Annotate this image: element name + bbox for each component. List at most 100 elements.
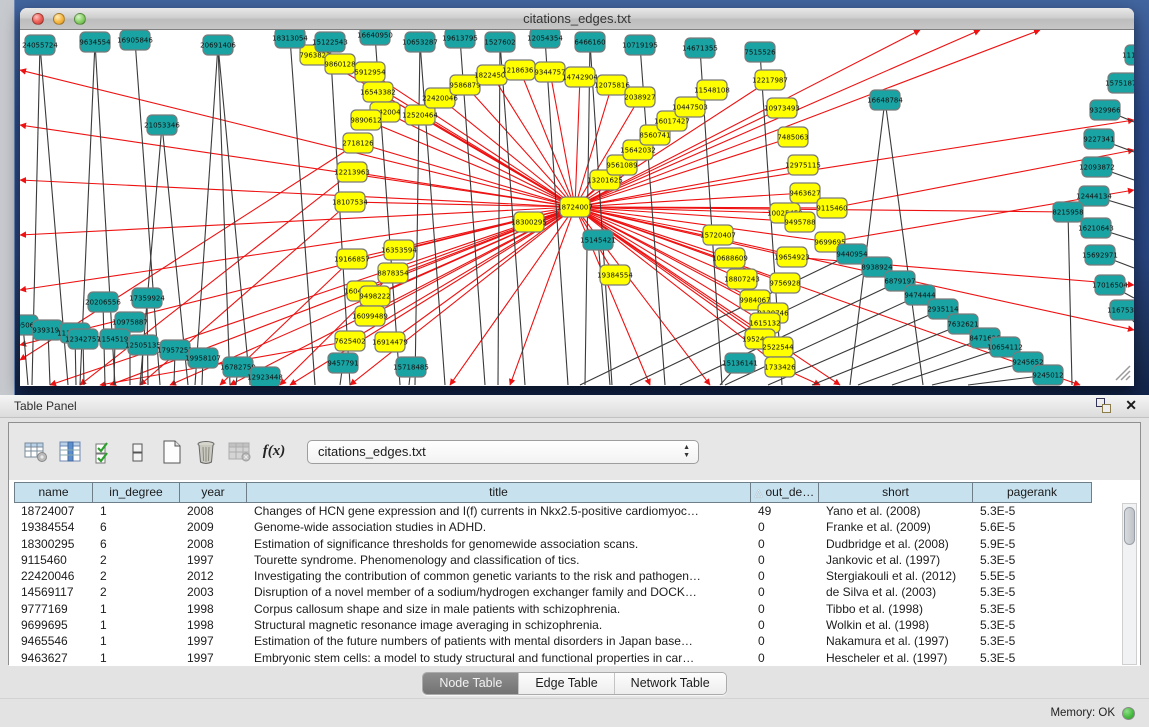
table-cell[interactable]: 0: [751, 601, 819, 617]
float-panel-icon[interactable]: [1096, 398, 1111, 413]
table-cell[interactable]: 2: [93, 584, 180, 600]
table-cell[interactable]: 2: [93, 552, 180, 568]
table-cell[interactable]: de Silva et al. (2003): [819, 584, 973, 600]
graph-node[interactable]: 11548108: [694, 80, 730, 100]
table-row[interactable]: 977716911998Corpus callosum shape and si…: [14, 601, 1092, 617]
table-cell[interactable]: 9115460: [14, 552, 93, 568]
table-cell[interactable]: 2009: [180, 519, 247, 535]
table-cell[interactable]: 1: [93, 650, 180, 666]
graph-node[interactable]: 9329966: [1089, 100, 1121, 120]
table-cell[interactable]: 14569117: [14, 584, 93, 600]
graph-edge[interactable]: [498, 42, 500, 385]
table-cell[interactable]: 5.5E-5: [973, 568, 1092, 584]
table-cell[interactable]: Yano et al. (2008): [819, 503, 973, 519]
table-cell[interactable]: Disruption of a novel member of a sodium…: [247, 584, 751, 600]
graph-edge[interactable]: [858, 338, 985, 385]
graph-node[interactable]: 18313054: [272, 30, 308, 48]
resize-grip-icon[interactable]: [1116, 366, 1130, 380]
graph-edge[interactable]: [420, 115, 575, 207]
graph-edge[interactable]: [20, 207, 575, 235]
graph-edge[interactable]: [218, 45, 230, 385]
graph-node[interactable]: 12975115: [785, 155, 821, 175]
table-cell[interactable]: 19384554: [14, 519, 93, 535]
graph-node[interactable]: 12342757: [65, 329, 101, 349]
table-cell[interactable]: 9463627: [14, 650, 93, 666]
table-cell[interactable]: Wolkin et al. (1998): [819, 617, 973, 633]
table-row[interactable]: 969969511998Structural magnetic resonanc…: [14, 617, 1092, 633]
table-cell[interactable]: Franke et al. (2009): [819, 519, 973, 535]
graph-node[interactable]: 7485063: [777, 127, 808, 147]
graph-node[interactable]: 11675334: [1107, 300, 1134, 320]
graph-node[interactable]: 12093872: [1079, 157, 1115, 177]
table-cell[interactable]: 22420046: [14, 568, 93, 584]
table-cell[interactable]: Structural magnetic resonance image aver…: [247, 617, 751, 633]
graph-node[interactable]: 24055724: [22, 35, 58, 55]
graph-node[interactable]: 8878354: [377, 263, 409, 283]
graph-node[interactable]: 10688609: [712, 248, 748, 268]
graph-node[interactable]: 10973493: [764, 98, 800, 118]
table-cell[interactable]: 2003: [180, 584, 247, 600]
graph-node[interactable]: 20206556: [85, 292, 121, 312]
graph-edge[interactable]: [290, 38, 315, 385]
graph-node[interactable]: 7625402: [334, 331, 365, 351]
delete-table-disabled-button[interactable]: [225, 437, 255, 467]
graph-node[interactable]: 15720407: [700, 225, 736, 245]
graph-edge[interactable]: [575, 30, 1040, 207]
graph-node[interactable]: 15718485: [393, 357, 429, 377]
table-cell[interactable]: Hescheler et al. (1997): [819, 650, 973, 666]
column-header-out-degree[interactable]: △out_de…: [751, 482, 819, 503]
table-cell[interactable]: 1998: [180, 601, 247, 617]
graph-node[interactable]: 16210643: [1078, 218, 1114, 238]
graph-node[interactable]: 15122543: [312, 32, 348, 52]
graph-node[interactable]: 12505135: [125, 335, 161, 355]
table-cell[interactable]: 0: [751, 568, 819, 584]
graph-edge[interactable]: [350, 202, 575, 207]
table-cell[interactable]: Genome-wide association studies in ADHD.: [247, 519, 751, 535]
graph-node[interactable]: 16914479: [372, 332, 408, 352]
graph-node[interactable]: 9756928: [769, 273, 800, 293]
graph-edge[interactable]: [885, 100, 923, 385]
column-header-short[interactable]: short: [819, 482, 973, 503]
table-row[interactable]: 1872400712008Changes of HCN gene express…: [14, 503, 1092, 519]
delete-trash-button[interactable]: [191, 437, 221, 467]
graph-node[interactable]: 15145421: [580, 230, 616, 250]
graph-node[interactable]: 19166857: [334, 249, 370, 269]
tab-network-table[interactable]: Network Table: [614, 673, 726, 694]
table-cell[interactable]: 18724007: [14, 503, 93, 519]
select-columns-button[interactable]: [55, 437, 85, 467]
graph-node[interactable]: 18724007: [557, 197, 593, 217]
graph-node[interactable]: 16543382: [360, 82, 396, 102]
table-cell[interactable]: Estimation of significance thresholds fo…: [247, 536, 751, 552]
graph-node[interactable]: 15136141: [722, 353, 758, 373]
graph-node[interactable]: 14742904: [562, 67, 598, 87]
graph-node[interactable]: 14671355: [682, 38, 718, 58]
table-cell[interactable]: Stergiakouli et al. (2012): [819, 568, 973, 584]
table-cell[interactable]: 2008: [180, 536, 247, 552]
graph-node[interactable]: 18807243: [724, 269, 760, 289]
column-header-title[interactable]: title: [247, 482, 751, 503]
table-cell[interactable]: 2: [93, 568, 180, 584]
table-cell[interactable]: 1998: [180, 617, 247, 633]
graph-node[interactable]: 12217987: [752, 70, 788, 90]
graph-node[interactable]: 16099489: [352, 306, 388, 326]
table-cell[interactable]: 6: [93, 536, 180, 552]
table-cell[interactable]: 9777169: [14, 601, 93, 617]
table-cell[interactable]: Investigating the contribution of common…: [247, 568, 751, 584]
graph-node[interactable]: 5912954: [354, 62, 386, 82]
table-source-select[interactable]: citations_edges.txt ▲▼: [307, 440, 699, 464]
graph-node[interactable]: 16905846: [117, 30, 153, 50]
graph-node[interactable]: 1527602: [484, 32, 515, 52]
table-cell[interactable]: 1997: [180, 633, 247, 649]
table-cell[interactable]: 5.3E-5: [973, 617, 1092, 633]
graph-node[interactable]: 8215958: [1052, 202, 1083, 222]
table-cell[interactable]: 5.3E-5: [973, 503, 1092, 519]
column-header-name[interactable]: name: [14, 482, 93, 503]
graph-node[interactable]: 17016504: [1092, 275, 1128, 295]
graph-edge[interactable]: [520, 70, 575, 207]
graph-node[interactable]: 12054354: [527, 30, 563, 48]
graph-edge[interactable]: [415, 42, 420, 385]
table-row[interactable]: 1456911722003Disruption of a novel membe…: [14, 584, 1092, 600]
graph-node[interactable]: 21053346: [144, 115, 180, 135]
tab-node-table[interactable]: Node Table: [423, 673, 518, 694]
table-cell[interactable]: 1: [93, 601, 180, 617]
